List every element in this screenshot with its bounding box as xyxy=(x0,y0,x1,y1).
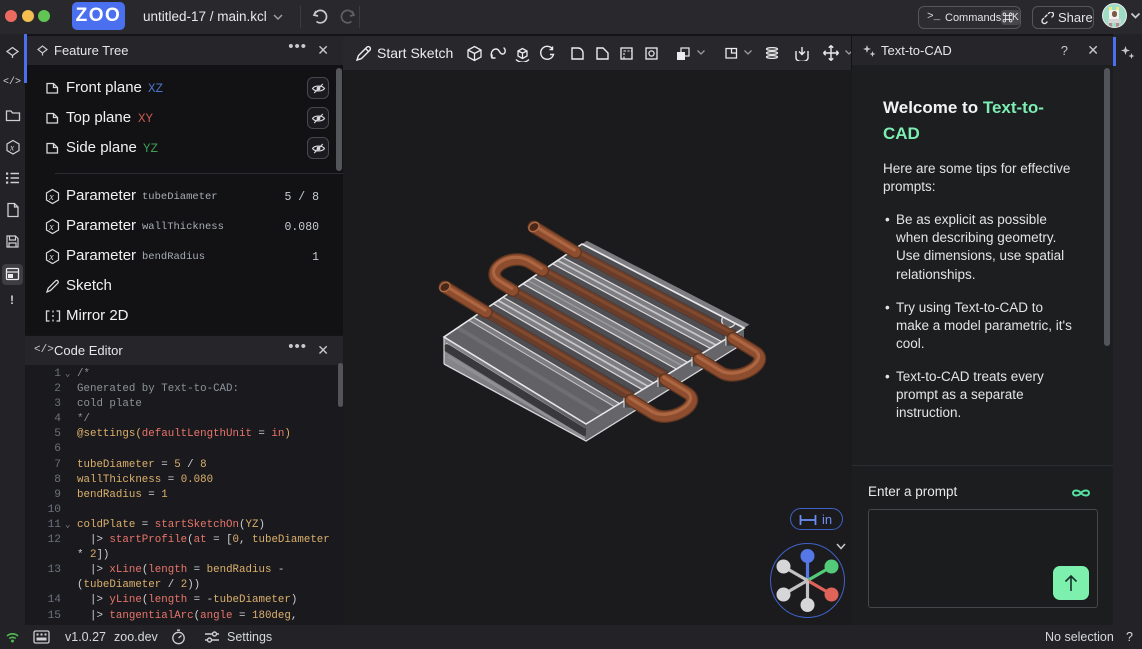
svg-text:x: x xyxy=(48,252,54,263)
svg-text:x: x xyxy=(9,144,15,154)
svg-text:x: x xyxy=(48,192,54,203)
svg-text:x: x xyxy=(48,222,54,233)
